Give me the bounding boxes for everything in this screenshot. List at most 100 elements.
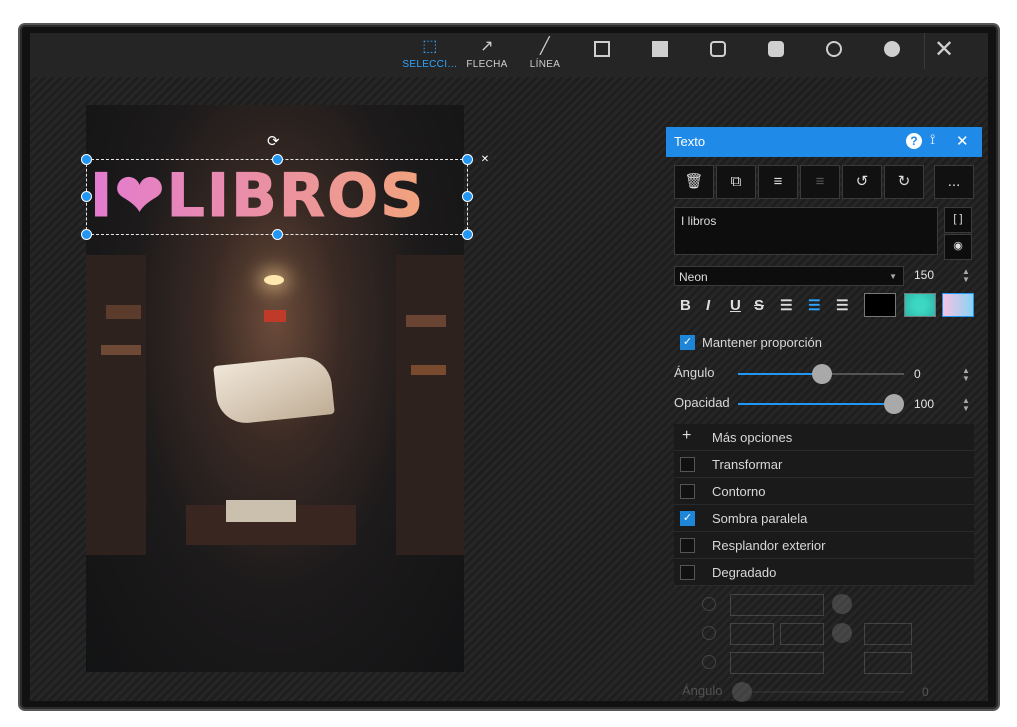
disabled-angle-value[interactable]: 0 (922, 685, 929, 699)
resize-handle-s[interactable] (272, 229, 283, 240)
transform-checkbox[interactable] (680, 457, 695, 472)
tool-arrow[interactable]: ↗ FLECHA (462, 35, 512, 70)
disabled-field-3[interactable] (780, 623, 824, 645)
resize-handle-nw[interactable] (81, 154, 92, 165)
radio-3[interactable] (702, 655, 716, 669)
more-options-label: Más opciones (712, 430, 793, 445)
option-outer-glow[interactable]: Resplandor exterior (674, 532, 974, 559)
more-options-row[interactable]: + Más opciones (674, 424, 974, 451)
circle-filled-icon[interactable] (884, 41, 900, 57)
bracket-button[interactable]: [ ] (944, 207, 972, 233)
underline-icon[interactable]: U (730, 297, 741, 314)
window-frame: ⬚ SELECCI… ↗ FLECHA ╱ LÍNEA ✕ I❤LIBROS ⟳… (22, 27, 996, 707)
rotate-left-icon[interactable]: ↺ (842, 165, 882, 199)
option-label: Sombra paralela (712, 511, 808, 526)
option-label: Resplandor exterior (712, 538, 826, 553)
delete-icon[interactable]: 🗑 (674, 165, 714, 199)
align-center-icon[interactable]: ☰ (808, 297, 821, 314)
radio-2[interactable] (702, 626, 716, 640)
rounded-rect-outline-icon[interactable] (710, 41, 726, 57)
radio-1[interactable] (702, 597, 716, 611)
line-icon: ╱ (540, 38, 550, 55)
disabled-slider-knob[interactable] (732, 682, 752, 702)
pin-icon[interactable]: ⟟ (930, 131, 935, 148)
disabled-field-5[interactable] (730, 652, 824, 674)
rectangle-outline-icon[interactable] (594, 41, 610, 57)
option-label: Degradado (712, 565, 777, 580)
arrow-icon: ↗ (480, 38, 494, 55)
star-icon[interactable] (832, 623, 852, 643)
send-backward-icon[interactable]: ≡ (800, 165, 840, 199)
gradient-swatch[interactable] (942, 293, 974, 317)
angle-slider-knob[interactable] (812, 364, 832, 384)
pattern-swatch[interactable] (904, 293, 936, 317)
info-icon[interactable]: ◉ (944, 234, 972, 260)
disabled-angle-label: Ángulo (682, 683, 723, 698)
resize-handle-ne[interactable] (462, 154, 473, 165)
contour-checkbox[interactable] (680, 484, 695, 499)
disabled-field-4[interactable] (864, 623, 912, 645)
disabled-slider-track[interactable] (738, 691, 904, 693)
disabled-field-2[interactable] (730, 623, 774, 645)
tool-line[interactable]: ╱ LÍNEA (520, 35, 570, 70)
opacity-value[interactable]: 100 (914, 397, 934, 411)
selection-box[interactable]: ⟳ ✕ (81, 133, 493, 240)
resize-handle-e[interactable] (462, 191, 473, 202)
angle-label: Ángulo (674, 365, 715, 380)
disabled-field-6[interactable] (864, 652, 912, 674)
text-color-swatch[interactable] (864, 293, 896, 317)
workspace: I❤LIBROS ⟳ ✕ Texto ? ⟟ ✕ 🗑 ⧉ ≡ ≡ ↺ ↻ ...… (30, 77, 988, 702)
font-size-stepper[interactable]: ▲ ▼ (962, 268, 970, 284)
duplicate-icon[interactable]: ⧉ (716, 165, 756, 199)
align-left-icon[interactable]: ☰ (780, 297, 793, 314)
keep-ratio-checkbox[interactable]: ✓ (680, 335, 695, 350)
outer-glow-checkbox[interactable] (680, 538, 695, 553)
close-panel-icon[interactable]: ✕ (956, 132, 969, 150)
font-size-value[interactable]: 150 (914, 268, 934, 282)
align-right-icon[interactable]: ☰ (836, 297, 849, 314)
option-gradient[interactable]: Degradado (674, 559, 974, 586)
plus-icon: + (682, 427, 692, 444)
rounded-rect-filled-icon[interactable] (768, 41, 784, 57)
close-editor-icon[interactable]: ✕ (934, 35, 954, 64)
rotate-icon[interactable]: ⟳ (267, 132, 280, 150)
disabled-field-1[interactable] (730, 594, 824, 616)
angle-value[interactable]: 0 (914, 367, 921, 381)
font-select[interactable]: Neon ▼ (674, 266, 904, 286)
gradient-checkbox[interactable] (680, 565, 695, 580)
circle-outline-icon[interactable] (826, 41, 842, 57)
option-label: Transformar (712, 457, 783, 472)
option-contour[interactable]: Contorno (674, 478, 974, 505)
italic-icon[interactable]: I (706, 297, 710, 314)
keep-ratio-label: Mantener proporción (702, 335, 822, 350)
help-icon[interactable]: ? (906, 133, 922, 149)
drop-shadow-checkbox[interactable]: ✓ (680, 511, 695, 526)
resize-handle-sw[interactable] (81, 229, 92, 240)
toolbar: ⬚ SELECCI… ↗ FLECHA ╱ LÍNEA ✕ (30, 33, 988, 77)
option-label: Contorno (712, 484, 766, 499)
panel-header: Texto ? ⟟ ✕ (666, 127, 982, 157)
opacity-slider-knob[interactable] (884, 394, 904, 414)
rectangle-filled-icon[interactable] (652, 41, 668, 57)
bring-forward-icon[interactable]: ≡ (758, 165, 798, 199)
angle-stepper[interactable]: ▲ ▼ (962, 367, 970, 383)
text-panel: Texto ? ⟟ ✕ 🗑 ⧉ ≡ ≡ ↺ ↻ ... I libros [ ]… (666, 127, 982, 707)
more-button[interactable]: ... (934, 165, 974, 199)
angle-slider-fill (738, 373, 820, 375)
resize-handle-n[interactable] (272, 154, 283, 165)
rotate-right-icon[interactable]: ↻ (884, 165, 924, 199)
resize-handle-se[interactable] (462, 229, 473, 240)
option-drop-shadow[interactable]: ✓ Sombra paralela (674, 505, 974, 532)
option-transform[interactable]: Transformar (674, 451, 974, 478)
opacity-label: Opacidad (674, 395, 730, 410)
delete-layer-icon[interactable]: ✕ (477, 152, 493, 168)
tool-select[interactable]: ⬚ SELECCI… (402, 35, 458, 70)
strikethrough-icon[interactable]: S (754, 297, 764, 314)
star-icon[interactable] (832, 594, 852, 614)
panel-title: Texto (674, 134, 706, 149)
text-input[interactable]: I libros (674, 207, 938, 255)
tool-select-label: SELECCI… (402, 59, 458, 70)
resize-handle-w[interactable] (81, 191, 92, 202)
opacity-stepper[interactable]: ▲ ▼ (962, 397, 970, 413)
bold-icon[interactable]: B (680, 297, 691, 314)
